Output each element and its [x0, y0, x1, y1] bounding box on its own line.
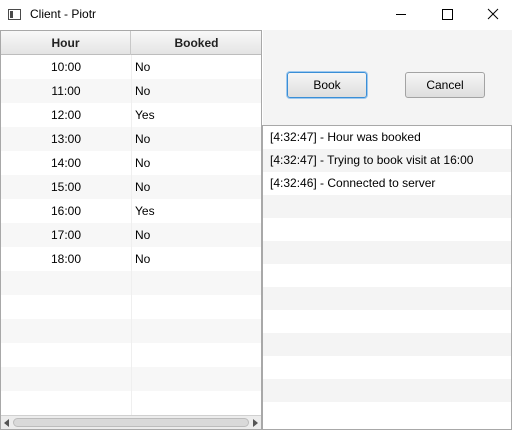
hour-cell — [1, 295, 132, 319]
table-row[interactable] — [1, 391, 261, 415]
table-row[interactable] — [1, 343, 261, 367]
hour-cell — [1, 367, 132, 391]
table-row[interactable]: 17:00 No — [1, 223, 261, 247]
table-row[interactable] — [1, 319, 261, 343]
table-row[interactable]: 10:00 No — [1, 55, 261, 79]
table-row[interactable]: 18:00 No — [1, 247, 261, 271]
cancel-button[interactable]: Cancel — [405, 72, 485, 98]
table-row[interactable] — [1, 367, 261, 391]
booked-cell — [135, 295, 261, 319]
booked-cell — [135, 367, 261, 391]
close-icon — [487, 8, 499, 20]
booked-cell: No — [135, 252, 151, 266]
booked-cell — [135, 271, 261, 295]
booked-cell: No — [135, 84, 151, 98]
log-entry[interactable]: [4:32:47] - Hour was booked — [263, 126, 511, 149]
hour-cell — [1, 343, 132, 367]
booked-cell: No — [135, 228, 151, 242]
log-list[interactable]: [4:32:47] - Hour was booked [4:32:47] - T… — [262, 125, 512, 430]
log-entry[interactable]: [4:32:47] - Trying to book visit at 16:0… — [263, 149, 511, 172]
close-button[interactable] — [470, 0, 512, 29]
minimize-button[interactable] — [378, 0, 424, 29]
table-row[interactable]: 13:00 No — [1, 127, 261, 151]
actions-panel: Book Cancel — [263, 30, 512, 125]
booked-cell: No — [135, 156, 151, 170]
hour-cell: 18:00 — [1, 247, 132, 271]
hour-cell: 16:00 — [1, 199, 132, 223]
hours-table[interactable]: Hour Booked 10:00 No 11:00 No 12:00 Yes 13:00 N… — [0, 30, 262, 430]
booked-cell: Yes — [135, 204, 155, 218]
table-body: 10:00 No 11:00 No 12:00 Yes 13:00 No 14:00 No 15:0… — [1, 55, 261, 415]
log-entry[interactable] — [263, 333, 511, 356]
table-row[interactable] — [1, 271, 261, 295]
hour-cell: 12:00 — [1, 103, 132, 127]
log-entry[interactable] — [263, 241, 511, 264]
log-entry[interactable] — [263, 195, 511, 218]
horizontal-scrollbar[interactable] — [1, 415, 261, 429]
column-header-hour[interactable]: Hour — [1, 31, 131, 55]
booked-cell: No — [135, 180, 151, 194]
scrollbar-thumb[interactable] — [13, 418, 249, 427]
booked-cell: No — [135, 132, 151, 146]
booked-cell — [135, 319, 261, 343]
log-entry[interactable]: [4:32:46] - Connected to server — [263, 172, 511, 195]
table-row[interactable]: 12:00 Yes — [1, 103, 261, 127]
hour-cell: 15:00 — [1, 175, 132, 199]
hour-cell — [1, 391, 132, 415]
hour-cell: 13:00 — [1, 127, 132, 151]
table-row[interactable] — [1, 295, 261, 319]
app-window-icon — [8, 9, 21, 20]
table-row[interactable]: 11:00 No — [1, 79, 261, 103]
hour-cell: 17:00 — [1, 223, 132, 247]
table-row[interactable]: 14:00 No — [1, 151, 261, 175]
log-entry[interactable] — [263, 264, 511, 287]
hour-cell — [1, 271, 132, 295]
booked-cell: Yes — [135, 108, 155, 122]
hour-cell: 10:00 — [1, 55, 132, 79]
log-entry[interactable] — [263, 310, 511, 333]
minimize-icon — [396, 14, 406, 15]
window-title: Client - Piotr — [30, 7, 97, 21]
log-entry[interactable] — [263, 356, 511, 379]
hour-cell: 11:00 — [1, 79, 132, 103]
booked-cell — [135, 343, 261, 367]
hour-cell: 14:00 — [1, 151, 132, 175]
scroll-left-icon[interactable] — [4, 419, 9, 427]
maximize-icon — [442, 9, 453, 20]
log-entry[interactable] — [263, 287, 511, 310]
hour-cell — [1, 319, 132, 343]
book-button[interactable]: Book — [287, 72, 367, 98]
booked-cell — [135, 391, 261, 415]
table-header: Hour Booked — [1, 31, 261, 55]
log-entry[interactable] — [263, 379, 511, 402]
scroll-right-icon[interactable] — [253, 419, 258, 427]
booked-cell: No — [135, 60, 151, 74]
maximize-button[interactable] — [424, 0, 470, 29]
log-entry[interactable] — [263, 218, 511, 241]
column-header-booked[interactable]: Booked — [132, 31, 261, 55]
title-bar: Client - Piotr — [0, 0, 512, 29]
log-entry[interactable] — [263, 402, 511, 425]
table-row[interactable]: 15:00 No — [1, 175, 261, 199]
table-row[interactable]: 16:00 Yes — [1, 199, 261, 223]
